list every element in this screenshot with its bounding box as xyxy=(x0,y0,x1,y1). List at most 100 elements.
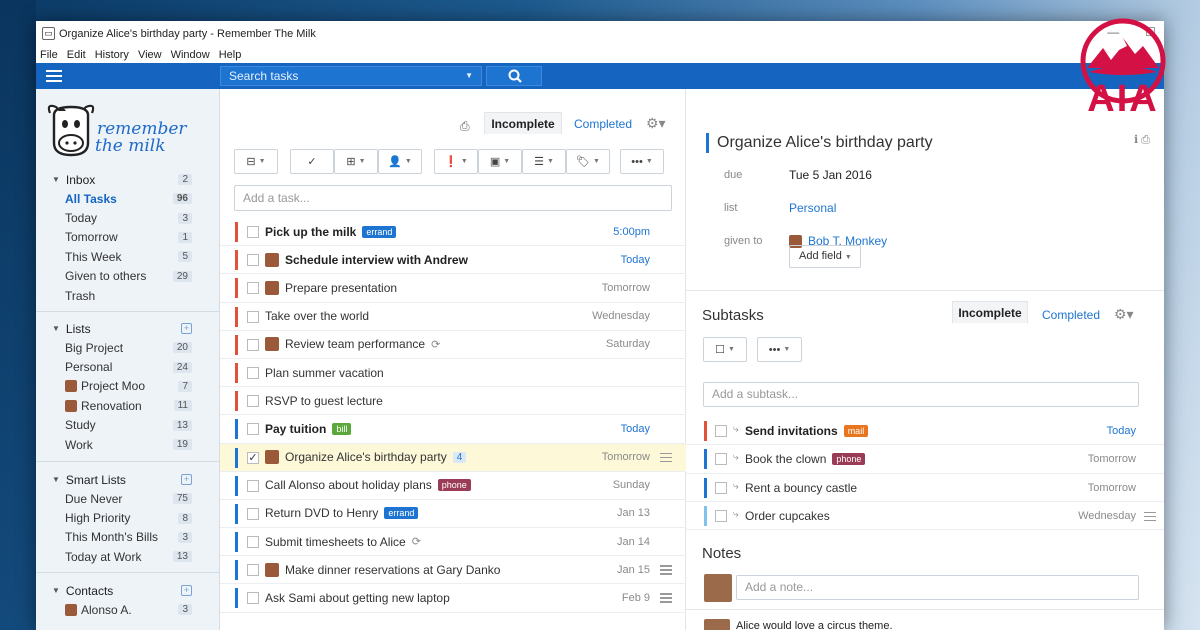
subtask-tag[interactable]: mail xyxy=(843,425,869,437)
subtask-more-button[interactable]: ••• ▼ xyxy=(757,337,802,362)
sidebar-item-this-week[interactable]: This Week 5 xyxy=(36,247,220,266)
sidebar-item-given-to-others[interactable]: Given to others 29 xyxy=(36,267,220,286)
task-row[interactable]: Take over the world Wednesday xyxy=(220,303,686,331)
search-dropdown-icon[interactable]: ▼ xyxy=(465,67,473,85)
priority-button[interactable]: ❗ ▼ xyxy=(434,149,478,174)
collapse-triangle-icon[interactable]: ▼ xyxy=(52,475,60,484)
task-checkbox[interactable] xyxy=(247,366,259,379)
sidebar-item-all-tasks[interactable]: All Tasks 96 xyxy=(36,189,220,208)
menu-history[interactable]: History xyxy=(95,49,129,61)
sidebar-item-renovation[interactable]: Renovation 11 xyxy=(36,396,220,415)
sidebar-head-lists[interactable]: ▼ Lists + xyxy=(36,319,220,338)
add-contact-icon[interactable]: + xyxy=(181,585,192,596)
task-tag[interactable]: errand xyxy=(384,507,419,520)
task-tag[interactable]: bill xyxy=(332,422,352,435)
collapse-triangle-icon[interactable]: ▼ xyxy=(52,586,60,595)
sidebar-item-today[interactable]: Today 3 xyxy=(36,208,220,227)
add-field-button[interactable]: Add field ▼ xyxy=(789,245,861,268)
add-task-input[interactable]: Add a task... xyxy=(234,185,672,211)
task-checkbox[interactable] xyxy=(247,226,259,238)
sidebar-item-alonso[interactable]: Alonso A. 3 xyxy=(36,600,220,619)
due-value[interactable]: Tue 5 Jan 2016 xyxy=(789,168,872,182)
task-row[interactable]: Schedule interview with Andrew Today xyxy=(220,246,686,275)
subtask-row[interactable]: ⤷ Rent a bouncy castle Tomorrow xyxy=(686,474,1164,502)
task-checkbox[interactable] xyxy=(247,564,259,577)
task-row[interactable]: ✓ Organize Alice's birthday party 4 Tomorro… xyxy=(220,443,686,472)
subtask-row[interactable]: ⤷ Book the clown phone Tomorrow xyxy=(686,445,1164,474)
subtask-tag[interactable]: phone xyxy=(832,453,866,466)
subtask-checkbox[interactable] xyxy=(715,481,727,494)
task-checkbox[interactable] xyxy=(247,338,259,351)
sidebar-item-due-never[interactable]: Due Never 75 xyxy=(36,489,220,508)
tab-incomplete[interactable]: Incomplete xyxy=(484,112,562,134)
sidebar-item-study[interactable]: Study 13 xyxy=(36,416,220,435)
subtask-row[interactable]: ⤷ Order cupcakes Wednesday xyxy=(686,502,1164,531)
subtask-select-button[interactable]: ☐ ▼ xyxy=(703,337,747,362)
more-actions-button[interactable]: ••• ▼ xyxy=(620,149,664,174)
task-checkbox[interactable] xyxy=(247,592,259,605)
task-row[interactable]: Prepare presentation Tomorrow xyxy=(220,274,686,303)
task-row[interactable]: Plan summer vacation xyxy=(220,359,686,388)
sidebar-item-work[interactable]: Work 19 xyxy=(36,435,220,454)
subtask-checkbox[interactable] xyxy=(715,425,727,437)
task-row[interactable]: Call Alonso about holiday plans phone Sund… xyxy=(220,472,686,500)
sidebar-item-trash[interactable]: Trash xyxy=(36,286,220,305)
add-subtask-input[interactable]: Add a subtask... xyxy=(703,382,1139,407)
task-checkbox[interactable] xyxy=(247,423,259,436)
menu-edit[interactable]: Edit xyxy=(67,49,86,61)
menu-view[interactable]: View xyxy=(138,49,162,61)
sidebar-item-today-at-work[interactable]: Today at Work 13 xyxy=(36,547,220,566)
settings-gear-icon[interactable]: ⚙▾ xyxy=(646,115,666,132)
task-checkbox[interactable] xyxy=(247,507,259,520)
task-checkbox[interactable] xyxy=(247,282,259,295)
task-title[interactable]: Organize Alice's birthday party xyxy=(706,133,933,153)
move-to-list-button[interactable]: ☰ ▼ xyxy=(522,149,566,174)
task-row[interactable]: Pick up the milk errand 5:00pm xyxy=(220,218,686,247)
complete-button[interactable]: ✓ xyxy=(290,149,334,174)
task-checkbox[interactable]: ✓ xyxy=(247,451,259,464)
add-list-icon[interactable]: + xyxy=(181,323,192,334)
collapse-triangle-icon[interactable]: ▼ xyxy=(52,324,60,333)
task-checkbox[interactable] xyxy=(247,536,259,549)
postpone-button[interactable]: ⊞ ▼ xyxy=(334,149,378,174)
menu-file[interactable]: File xyxy=(40,49,58,61)
print-icon[interactable]: ⎙ xyxy=(1141,134,1150,146)
menu-window[interactable]: Window xyxy=(171,49,210,61)
task-tag[interactable]: phone xyxy=(437,479,471,492)
subtasks-gear-icon[interactable]: ⚙▾ xyxy=(1114,306,1134,323)
sidebar-item-high-priority[interactable]: High Priority 8 xyxy=(36,508,220,527)
task-checkbox[interactable] xyxy=(247,310,259,323)
task-row[interactable]: RSVP to guest lecture xyxy=(220,387,686,416)
task-row[interactable]: Pay tuition bill Today xyxy=(220,415,686,444)
collapse-triangle-icon[interactable]: ▼ xyxy=(52,175,60,184)
task-row[interactable]: Review team performance ⟳ Saturday xyxy=(220,331,686,359)
assign-button[interactable]: 👤 ▼ xyxy=(378,149,422,174)
task-row[interactable]: Ask Sami about getting new laptop Feb 9 xyxy=(220,584,686,613)
task-checkbox[interactable] xyxy=(247,479,259,492)
sidebar-item-this-months-bills[interactable]: This Month's Bills 3 xyxy=(36,528,220,547)
sidebar-item-project-moo[interactable]: Project Moo 7 xyxy=(36,377,220,396)
subtask-row[interactable]: ⤷ Send invitations mail Today xyxy=(686,417,1164,446)
task-tag[interactable]: errand xyxy=(362,225,397,238)
search-input[interactable]: Search tasks ▼ xyxy=(220,66,482,86)
print-icon[interactable]: ⎙ xyxy=(460,119,470,134)
task-row[interactable]: Make dinner reservations at Gary Danko Ja… xyxy=(220,556,686,585)
sidebar-item-personal[interactable]: Personal 24 xyxy=(36,357,220,376)
hamburger-menu-icon[interactable] xyxy=(46,70,62,82)
info-icon[interactable]: ℹ xyxy=(1134,134,1138,146)
add-note-input[interactable]: Add a note... xyxy=(736,575,1139,600)
due-date-button[interactable]: ▣ ▼ xyxy=(478,149,522,174)
subtask-checkbox[interactable] xyxy=(715,453,727,466)
sidebar-item-big-project[interactable]: Big Project 20 xyxy=(36,338,220,357)
task-row[interactable]: Submit timesheets to Alice ⟳ Jan 14 xyxy=(220,528,686,557)
sidebar-item-tomorrow[interactable]: Tomorrow 1 xyxy=(36,228,220,247)
search-button[interactable] xyxy=(486,66,542,86)
tab-completed[interactable]: Completed xyxy=(574,117,632,131)
sidebar-head-contacts[interactable]: ▼ Contacts + xyxy=(36,581,220,600)
tag-button[interactable]: 🏷 ▼ xyxy=(566,149,610,174)
select-dropdown-button[interactable]: ⊟ ▼ xyxy=(234,149,278,174)
menu-help[interactable]: Help xyxy=(219,49,242,61)
subtasks-tab-completed[interactable]: Completed xyxy=(1042,308,1100,322)
subtask-checkbox[interactable] xyxy=(715,509,727,522)
add-smart-list-icon[interactable]: + xyxy=(181,474,192,485)
